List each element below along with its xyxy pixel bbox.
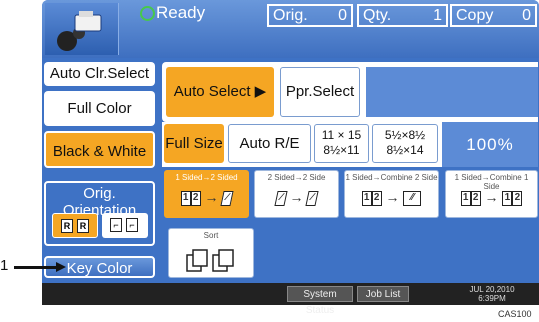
auto-reduce-enlarge-button[interactable]: Auto R/E	[228, 124, 311, 163]
copy-counter: Copy 0	[450, 4, 537, 27]
job-list-button[interactable]: Job List	[357, 286, 409, 302]
copier-control-panel: Ready Orig. 0 Qty. 1 Copy 0 Auto Clr.Sel…	[42, 0, 539, 283]
copy-value: 0	[522, 7, 531, 24]
time-text: 6:39PM	[478, 294, 506, 303]
paper-select-row: Auto Select ▶ Ppr.Select	[162, 62, 538, 122]
duplex-option-label: 1 Sided→2 Sided	[175, 173, 238, 182]
ready-status-text: Ready	[156, 3, 206, 22]
callout-arrow-icon	[56, 262, 66, 272]
one-to-two-sided-icon: 12 → ⁄	[165, 189, 248, 206]
originals-counter: Orig. 0	[267, 4, 353, 27]
copier-function-icon	[45, 3, 119, 55]
duplex-option-label: 1 Sided→Combine 2 Side	[345, 173, 438, 182]
ready-status-icon	[140, 6, 155, 21]
duplex-option-label: 2 Sided→2 Side	[267, 173, 326, 182]
black-and-white-button[interactable]: Black & White	[44, 131, 155, 168]
date-time-display: JUL 20,2010 6:39PM	[462, 285, 522, 303]
orientation-unreadable-button[interactable]: ⌐ ⌐	[102, 213, 148, 238]
paper-select-button[interactable]: Ppr.Select	[280, 67, 360, 117]
readable-original-icon: R	[77, 219, 89, 233]
system-status-bar: System Status Job List JUL 20,2010 6:39P…	[42, 283, 539, 316]
quantity-label: Qty.	[363, 7, 392, 24]
one-sided-to-two-sided-button[interactable]: 1 Sided→2 Sided 12 → ⁄	[164, 170, 249, 218]
system-status-button[interactable]: System Status	[287, 286, 353, 316]
sort-button[interactable]: Sort	[168, 228, 254, 278]
date-text: JUL 20,2010	[469, 285, 515, 294]
paper-tray-area	[366, 67, 538, 117]
preset-1-to-size: 8½×11	[323, 143, 360, 157]
copy-label: Copy	[456, 7, 494, 24]
rotated-original-icon: ⌐	[126, 218, 138, 232]
readable-original-icon: R	[61, 219, 73, 233]
sort-icon	[169, 247, 253, 278]
combine-two-side-button[interactable]: 1 Sided→Combine 2 Side 12 → ⁄⁄	[344, 170, 439, 218]
preset-2-to-size: 8½×14	[386, 143, 424, 157]
reproduction-ratio-display: 100%	[442, 122, 538, 167]
preset-2-from-size: 5½×8½	[384, 128, 426, 142]
originals-label: Orig.	[273, 7, 308, 24]
status-header: Ready Orig. 0 Qty. 1 Copy 0	[42, 0, 539, 58]
callout-leader-line	[14, 266, 58, 269]
combine-two-side-icon: 12 → ⁄⁄	[345, 189, 438, 206]
full-color-button[interactable]: Full Color	[44, 91, 155, 126]
figure-code: CAS100	[498, 309, 532, 319]
sort-label: Sort	[203, 231, 219, 240]
copier-screen-figure: Ready Orig. 0 Qty. 1 Copy 0 Auto Clr.Sel…	[0, 0, 539, 322]
quantity-value: 1	[433, 7, 442, 24]
combine-one-side-icon: 12 → 12	[446, 189, 537, 206]
duplex-combine-row: 1 Sided→2 Sided 12 → ⁄ 2 Sided→2 Side ⁄ …	[162, 170, 538, 222]
two-sided-to-two-sided-button[interactable]: 2 Sided→2 Side ⁄ → ⁄	[254, 170, 339, 218]
preset-ratio-button-1[interactable]: 11 × 15 8½×11	[314, 124, 369, 163]
rotated-original-icon: ⌐	[110, 218, 122, 232]
auto-paper-select-button[interactable]: Auto Select ▶	[166, 67, 274, 117]
two-to-two-sided-icon: ⁄ → ⁄	[255, 189, 338, 206]
preset-ratio-button-2[interactable]: 5½×8½ 8½×14	[372, 124, 438, 163]
original-orientation-group: Orig. Orientation R R ⌐ ⌐	[44, 181, 155, 246]
preset-1-from-size: 11 × 15	[321, 128, 362, 142]
quantity-counter: Qty. 1	[357, 4, 448, 27]
reduce-enlarge-row: Full Size Auto R/E 11 × 15 8½×11 5½×8½ 8…	[162, 122, 538, 167]
auto-color-select-button[interactable]: Auto Clr.Select	[44, 62, 155, 86]
callout-number: 1	[0, 257, 9, 274]
originals-value: 0	[338, 7, 347, 24]
combine-one-side-button[interactable]: 1 Sided→Combine 1 Side 12 → 12	[445, 170, 538, 218]
full-size-button[interactable]: Full Size	[164, 124, 224, 163]
orientation-readable-button[interactable]: R R	[52, 213, 98, 238]
